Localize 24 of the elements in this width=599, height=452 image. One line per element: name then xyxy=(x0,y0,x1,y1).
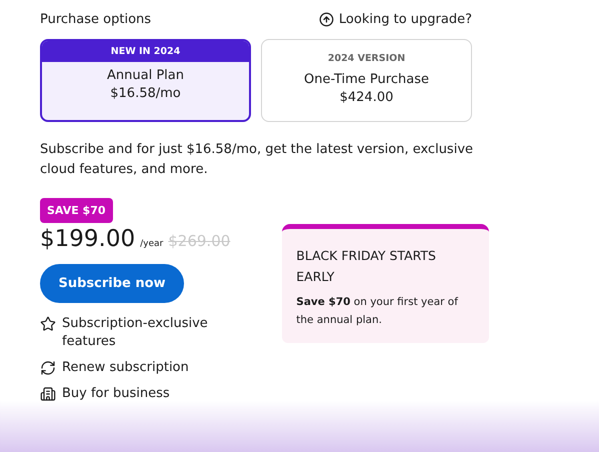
price-period: /year xyxy=(140,239,164,249)
feature-link[interactable]: Renew subscription xyxy=(40,359,215,377)
building-icon xyxy=(40,386,56,402)
star-icon xyxy=(40,316,56,332)
plan-card[interactable]: NEW IN 2024 Annual Plan $16.58/mo xyxy=(40,39,251,122)
upgrade-link[interactable]: Looking to upgrade? xyxy=(318,12,472,27)
plan-price: $424.00 xyxy=(340,90,394,105)
promo-text: Save $70 on your first year of the annual plan. xyxy=(296,295,460,328)
save-badge: SAVE $70 xyxy=(40,198,113,223)
plan-badge: NEW IN 2024 xyxy=(42,41,249,62)
subscribe-button[interactable]: Subscribe now xyxy=(40,264,184,303)
promo-title: BLACK FRIDAY STARTS EARLY xyxy=(296,247,437,286)
arrow-up-circle-icon xyxy=(318,12,334,27)
feature-link[interactable]: Buy for business xyxy=(40,385,215,403)
plan-name: Annual Plan xyxy=(107,68,184,83)
version-label: 2024 VERSION xyxy=(326,52,406,66)
plan-card[interactable]: 2024 VERSION One-Time Purchase $424.00 xyxy=(261,39,472,122)
feature-link[interactable]: Subscription-exclusive features xyxy=(40,315,215,351)
plan-price: $16.58/mo xyxy=(110,86,181,101)
price: $199.00 xyxy=(40,226,136,252)
renew-icon xyxy=(40,360,56,376)
description: Subscribe and for just $16.58/mo, get the latest version, exclusive cloud features, and more. xyxy=(40,141,474,179)
plan-name: One-Time Purchase xyxy=(304,72,429,87)
section-title: Purchase options xyxy=(40,12,152,27)
